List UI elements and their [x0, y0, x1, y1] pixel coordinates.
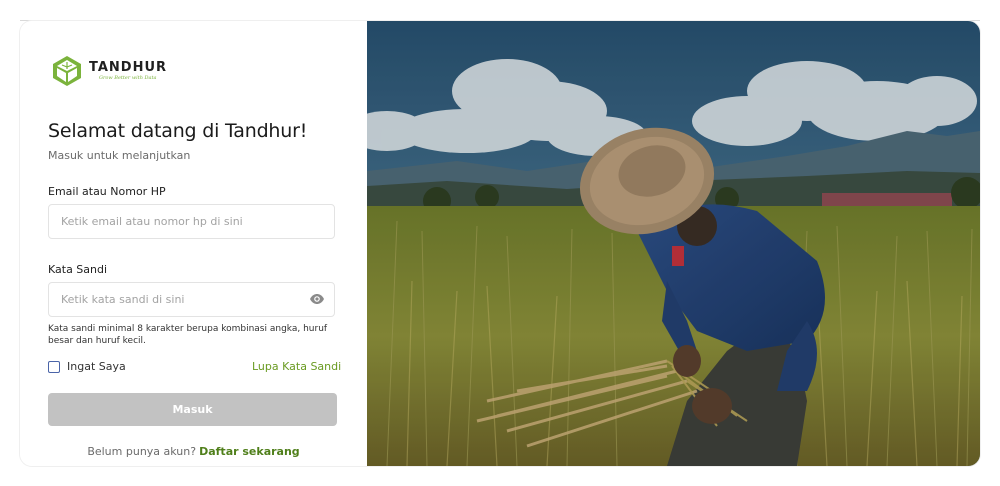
email-field[interactable]	[48, 204, 335, 239]
hero-farmer-image	[367, 21, 980, 466]
register-text: Belum punya akun?	[87, 445, 197, 458]
remember-me[interactable]: Ingat Saya	[48, 360, 126, 373]
eye-icon[interactable]	[309, 293, 325, 305]
tandhur-logo-icon	[53, 56, 81, 86]
page-subtitle: Masuk untuk melanjutkan	[48, 149, 191, 162]
register-prompt: Belum punya akun? Daftar sekarang	[20, 445, 367, 458]
page-title: Selamat datang di Tandhur!	[48, 120, 308, 142]
forgot-password-link[interactable]: Lupa Kata Sandi	[252, 360, 341, 373]
register-link[interactable]: Daftar sekarang	[199, 445, 300, 458]
login-button[interactable]: Masuk	[48, 393, 337, 426]
password-label: Kata Sandi	[48, 263, 108, 276]
password-field[interactable]	[48, 282, 335, 317]
password-hint: Kata sandi minimal 8 karakter berupa kom…	[48, 324, 328, 346]
brand-name: TANDHUR	[89, 60, 168, 75]
remember-label: Ingat Saya	[67, 360, 126, 373]
brand-logo: TANDHUR Grow Better with Data	[52, 55, 167, 87]
brand-tagline: Grow Better with Data	[99, 75, 157, 81]
remember-checkbox[interactable]	[48, 360, 60, 373]
login-panel: TANDHUR Grow Better with Data Selamat da…	[20, 21, 367, 466]
login-card: TANDHUR Grow Better with Data Selamat da…	[20, 21, 980, 466]
email-label: Email atau Nomor HP	[48, 185, 166, 198]
